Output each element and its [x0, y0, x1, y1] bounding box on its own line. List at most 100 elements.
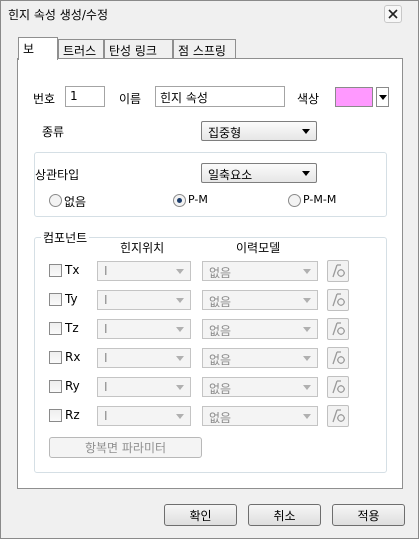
component-label: Tz [65, 321, 79, 335]
window-title: 힌지 속성 생성/수정 [8, 8, 108, 22]
hinge-position-value: I [104, 264, 108, 278]
hinge-properties-button[interactable] [327, 405, 349, 427]
hinge-edit-icon [332, 409, 345, 423]
column-hinge-position: 힌지위치 [120, 241, 165, 255]
chevron-down-icon [303, 385, 311, 390]
hysteresis-model-value: 없음 [209, 295, 232, 309]
component-label: Ty [65, 292, 78, 306]
chevron-down-icon [176, 414, 184, 419]
hinge-properties-button[interactable] [327, 260, 349, 282]
hysteresis-model-value: 없음 [209, 324, 232, 338]
hinge-edit-icon [332, 322, 345, 336]
radio-pmm[interactable] [288, 194, 301, 207]
type-value: 집중형 [208, 126, 242, 140]
chevron-down-icon [176, 356, 184, 361]
name-field[interactable]: 힌지 속성 [155, 86, 285, 107]
component-checkbox[interactable] [49, 351, 62, 364]
hysteresis-model-select[interactable]: 없음 [202, 290, 318, 310]
color-dropdown-button[interactable] [376, 87, 389, 107]
component-label: Tx [65, 263, 80, 277]
hinge-position-value: I [104, 351, 108, 365]
component-checkbox[interactable] [49, 380, 62, 393]
correlation-type-select[interactable]: 일축요소 [201, 163, 317, 183]
component-label: Rz [65, 408, 80, 422]
radio-none-label: 없음 [64, 195, 87, 209]
radio-pm[interactable] [173, 194, 186, 207]
hinge-position-select[interactable]: I [97, 348, 191, 368]
color-swatch[interactable] [335, 87, 373, 107]
column-hysteresis-model: 이력모델 [236, 241, 281, 255]
hinge-properties-button[interactable] [327, 347, 349, 369]
title-bar[interactable]: 힌지 속성 생성/수정 [1, 1, 418, 27]
number-label: 번호 [33, 92, 56, 106]
hysteresis-model-select[interactable]: 없음 [202, 406, 318, 426]
number-field[interactable]: 1 [65, 86, 105, 107]
hinge-position-value: I [104, 409, 108, 423]
hinge-position-select[interactable]: I [97, 406, 191, 426]
cancel-label: 취소 [273, 508, 296, 523]
apply-label: 적용 [357, 508, 380, 523]
ok-label: 확인 [189, 508, 212, 523]
component-checkbox[interactable] [49, 409, 62, 422]
hinge-position-select[interactable]: I [97, 319, 191, 339]
number-value: 1 [70, 89, 78, 103]
hysteresis-model-select[interactable]: 없음 [202, 377, 318, 397]
chevron-down-icon [303, 356, 311, 361]
tab-truss[interactable]: 트러스 [58, 39, 104, 59]
tab-label: 탄성 링크 [109, 44, 157, 58]
correlation-group [34, 152, 387, 217]
radio-pmm-label: P-M-M [303, 193, 337, 206]
tab-beam[interactable]: 보 [18, 37, 58, 60]
chevron-down-icon [303, 414, 311, 419]
tab-point-spring[interactable]: 점 스프링 [173, 39, 236, 59]
yield-surface-params-button[interactable]: 항복면 파라미터 [49, 437, 202, 458]
radio-none[interactable] [49, 194, 62, 207]
chevron-down-icon [176, 385, 184, 390]
hinge-position-value: I [104, 293, 108, 307]
component-checkbox[interactable] [49, 293, 62, 306]
hinge-edit-icon [332, 380, 345, 394]
hysteresis-model-value: 없음 [209, 411, 232, 425]
tab-elastic-link[interactable]: 탄성 링크 [104, 39, 173, 59]
chevron-down-icon [176, 327, 184, 332]
chevron-down-icon [303, 269, 311, 274]
color-label: 색상 [297, 92, 320, 106]
yield-surface-params-label: 항복면 파라미터 [84, 441, 167, 455]
chevron-down-icon [176, 298, 184, 303]
component-checkbox[interactable] [49, 322, 62, 335]
hinge-edit-icon [332, 264, 345, 278]
correlation-title: 상관타입 [35, 168, 80, 182]
tab-label: 보 [23, 42, 35, 56]
hinge-properties-button[interactable] [327, 289, 349, 311]
hysteresis-model-select[interactable]: 없음 [202, 319, 318, 339]
ok-button[interactable]: 확인 [164, 504, 237, 526]
hinge-position-select[interactable]: I [97, 377, 191, 397]
apply-button[interactable]: 적용 [332, 504, 405, 526]
hysteresis-model-value: 없음 [209, 382, 232, 396]
hinge-position-select[interactable]: I [97, 261, 191, 281]
hysteresis-model-select[interactable]: 없음 [202, 261, 318, 281]
component-checkbox[interactable] [49, 264, 62, 277]
hinge-position-select[interactable]: I [97, 290, 191, 310]
hinge-edit-icon [332, 351, 345, 365]
component-label: Ry [65, 379, 80, 393]
hysteresis-model-value: 없음 [209, 266, 232, 280]
hinge-properties-button[interactable] [327, 376, 349, 398]
close-icon [388, 9, 398, 19]
hysteresis-model-select[interactable]: 없음 [202, 348, 318, 368]
hinge-properties-button[interactable] [327, 318, 349, 340]
hysteresis-model-value: 없음 [209, 353, 232, 367]
radio-pm-label: P-M [188, 193, 208, 206]
dialog-window: 힌지 속성 생성/수정 보 트러스 탄성 링크 점 스프링 번호 1 이름 힌지… [0, 0, 419, 539]
type-label: 종류 [42, 125, 65, 139]
components-title: 컴포넌트 [41, 229, 90, 246]
chevron-down-icon [302, 129, 310, 134]
hinge-position-value: I [104, 380, 108, 394]
name-label: 이름 [119, 92, 142, 106]
type-select[interactable]: 집중형 [201, 121, 317, 141]
tab-label: 점 스프링 [178, 44, 226, 58]
hinge-edit-icon [332, 293, 345, 307]
close-button[interactable] [384, 5, 402, 23]
cancel-button[interactable]: 취소 [248, 504, 321, 526]
tab-label: 트러스 [63, 44, 97, 58]
